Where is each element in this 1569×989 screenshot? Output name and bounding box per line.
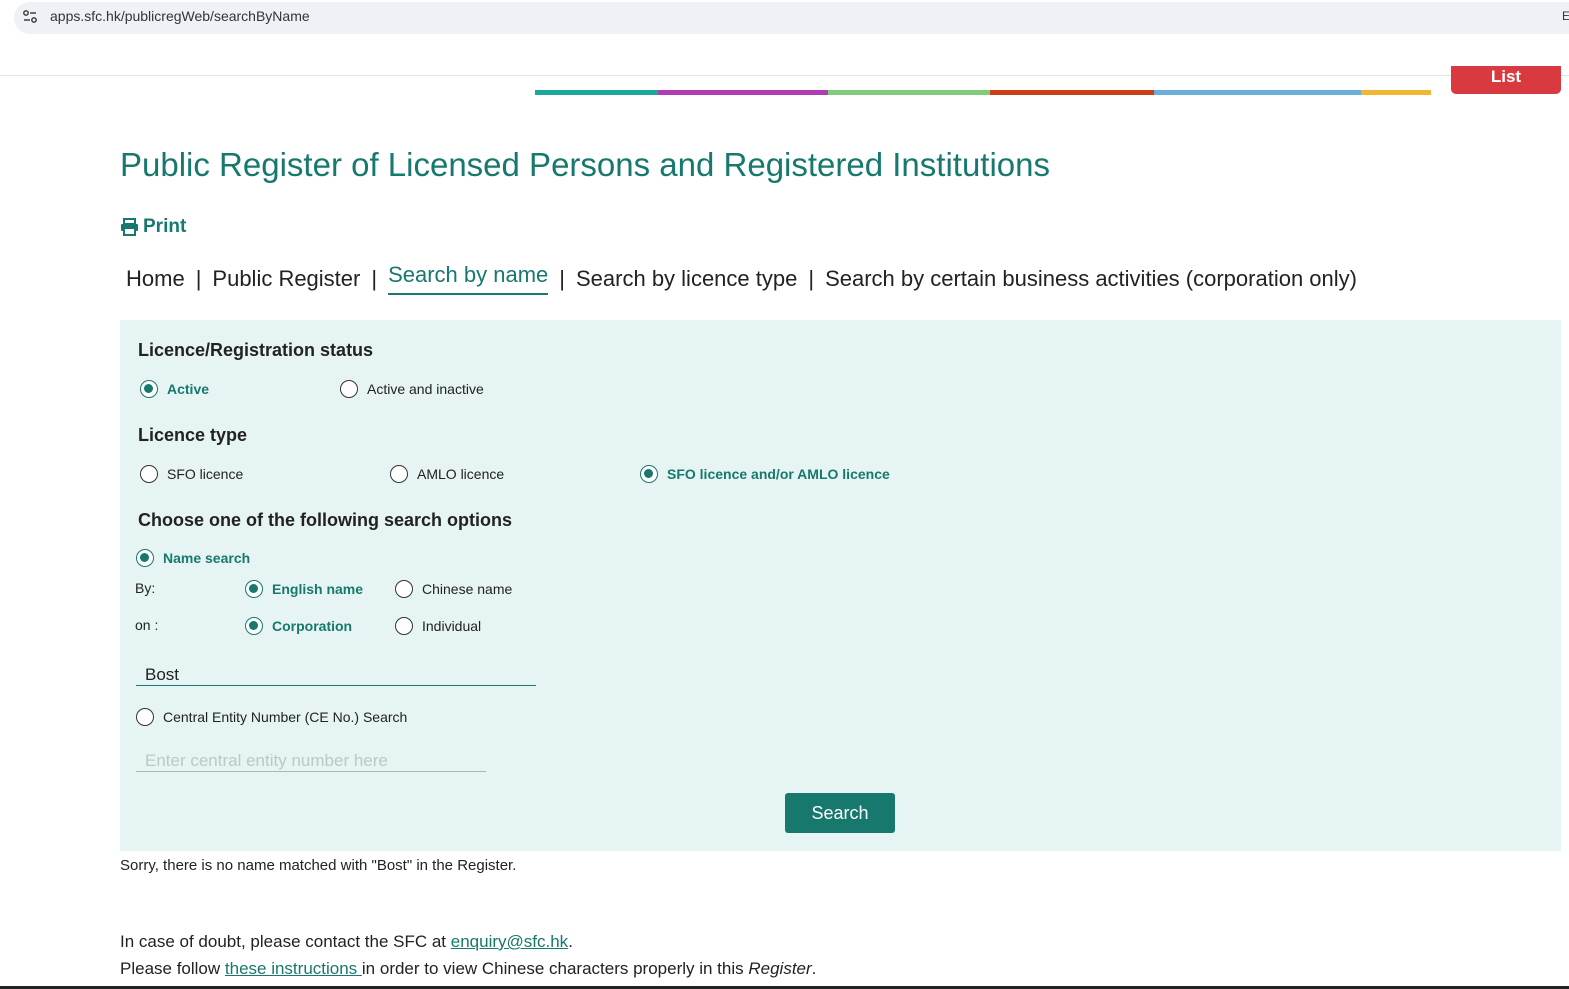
radio-sfo-licence[interactable]: SFO licence [140, 465, 243, 483]
nav-home[interactable]: Home [126, 266, 185, 292]
nav-separator: | [559, 265, 565, 291]
radio-english-name[interactable]: English name [245, 580, 363, 598]
on-label: on : [135, 617, 159, 633]
radio-circle [245, 580, 263, 598]
radio-active[interactable]: Active [140, 380, 209, 398]
instructions-link[interactable]: these instructions [225, 959, 362, 978]
search-button[interactable]: Search [785, 793, 895, 833]
nav-public-register[interactable]: Public Register [212, 266, 360, 292]
radio-label: AMLO licence [417, 466, 505, 482]
color-band-5 [1154, 90, 1361, 95]
nav-separator: | [808, 265, 815, 291]
radio-circle [245, 617, 263, 635]
color-band-3 [828, 90, 990, 95]
radio-label: Active [167, 381, 210, 397]
color-band-1 [535, 90, 658, 95]
contact-suffix: . [568, 932, 573, 951]
page-title: Public Register of Licensed Persons and … [120, 146, 1051, 183]
nav-search-by-business-activities[interactable]: Search by certain business activities (c… [825, 266, 1357, 292]
by-label: By: [135, 580, 156, 596]
status-heading: Licence/Registration status [138, 340, 374, 360]
radio-circle [390, 465, 408, 483]
contact-line: In case of doubt, please contact the SFC… [120, 932, 573, 952]
radio-label: Corporation [272, 618, 353, 634]
radio-ce-number-search[interactable]: Central Entity Number (CE No.) Search [136, 708, 407, 726]
header-divider [0, 75, 1569, 76]
instructions-middle: in order to view Chinese characters prop… [361, 959, 749, 978]
nav-search-by-name[interactable]: Search by name [388, 262, 549, 295]
radio-circle [640, 465, 658, 483]
instructions-prefix: Please follow [120, 959, 225, 978]
radio-label: Individual [422, 618, 482, 634]
radio-circle [140, 465, 158, 483]
radio-label: English name [272, 581, 364, 597]
instructions-suffix: . [811, 959, 817, 978]
instructions-line: Please follow these instructions in orde… [120, 959, 816, 979]
nav-search-by-licence-type[interactable]: Search by licence type [576, 266, 797, 292]
radio-label: Chinese name [422, 581, 513, 597]
no-match-message: Sorry, there is no name matched with "Bo… [120, 857, 517, 874]
name-search-input[interactable] [136, 664, 536, 686]
radio-label: Central Entity Number (CE No.) Search [163, 709, 408, 725]
register-word: Register [748, 959, 812, 978]
edge-icon: E [1562, 9, 1569, 23]
radio-label: Name search [163, 550, 251, 566]
radio-circle [136, 708, 154, 726]
list-button-label: List [1490, 67, 1522, 86]
list-button[interactable]: List [1451, 66, 1561, 94]
email-link[interactable]: enquiry@sfc.hk [451, 932, 568, 951]
radio-amlo-licence[interactable]: AMLO licence [390, 465, 504, 483]
tune-icon[interactable] [22, 9, 38, 25]
contact-prefix: In case of doubt, please contact the SFC… [120, 932, 451, 951]
color-band-6 [1361, 90, 1431, 95]
url-text[interactable]: apps.sfc.hk/publicregWeb/searchByName [50, 8, 310, 24]
radio-circle [140, 380, 158, 398]
radio-chinese-name[interactable]: Chinese name [395, 580, 512, 598]
ce-number-input[interactable] [136, 750, 486, 772]
search-options-heading: Choose one of the following search optio… [138, 510, 513, 530]
printer-icon [121, 218, 138, 236]
licence-type-heading: Licence type [138, 425, 248, 445]
color-band-2 [658, 90, 828, 95]
breadcrumb-nav: Home | Public Register | Search by name … [126, 262, 1357, 295]
radio-label: Active and inactive [367, 381, 484, 397]
radio-name-search[interactable]: Name search [136, 549, 250, 567]
radio-circle [395, 580, 413, 598]
radio-label: SFO licence and/or AMLO licence [667, 466, 890, 482]
radio-active-and-inactive[interactable]: Active and inactive [340, 380, 484, 398]
radio-corporation[interactable]: Corporation [245, 617, 352, 635]
color-band-4 [990, 90, 1154, 95]
radio-circle [340, 380, 358, 398]
radio-individual[interactable]: Individual [395, 617, 481, 635]
radio-circle [395, 617, 413, 635]
nav-separator: | [371, 265, 378, 291]
nav-separator: | [195, 265, 202, 291]
print-label: Print [143, 216, 187, 237]
radio-label: SFO licence [167, 466, 244, 482]
radio-sfo-and-or-amlo[interactable]: SFO licence and/or AMLO licence [640, 465, 890, 483]
print-link[interactable]: Print [120, 216, 186, 238]
radio-circle [136, 549, 154, 567]
